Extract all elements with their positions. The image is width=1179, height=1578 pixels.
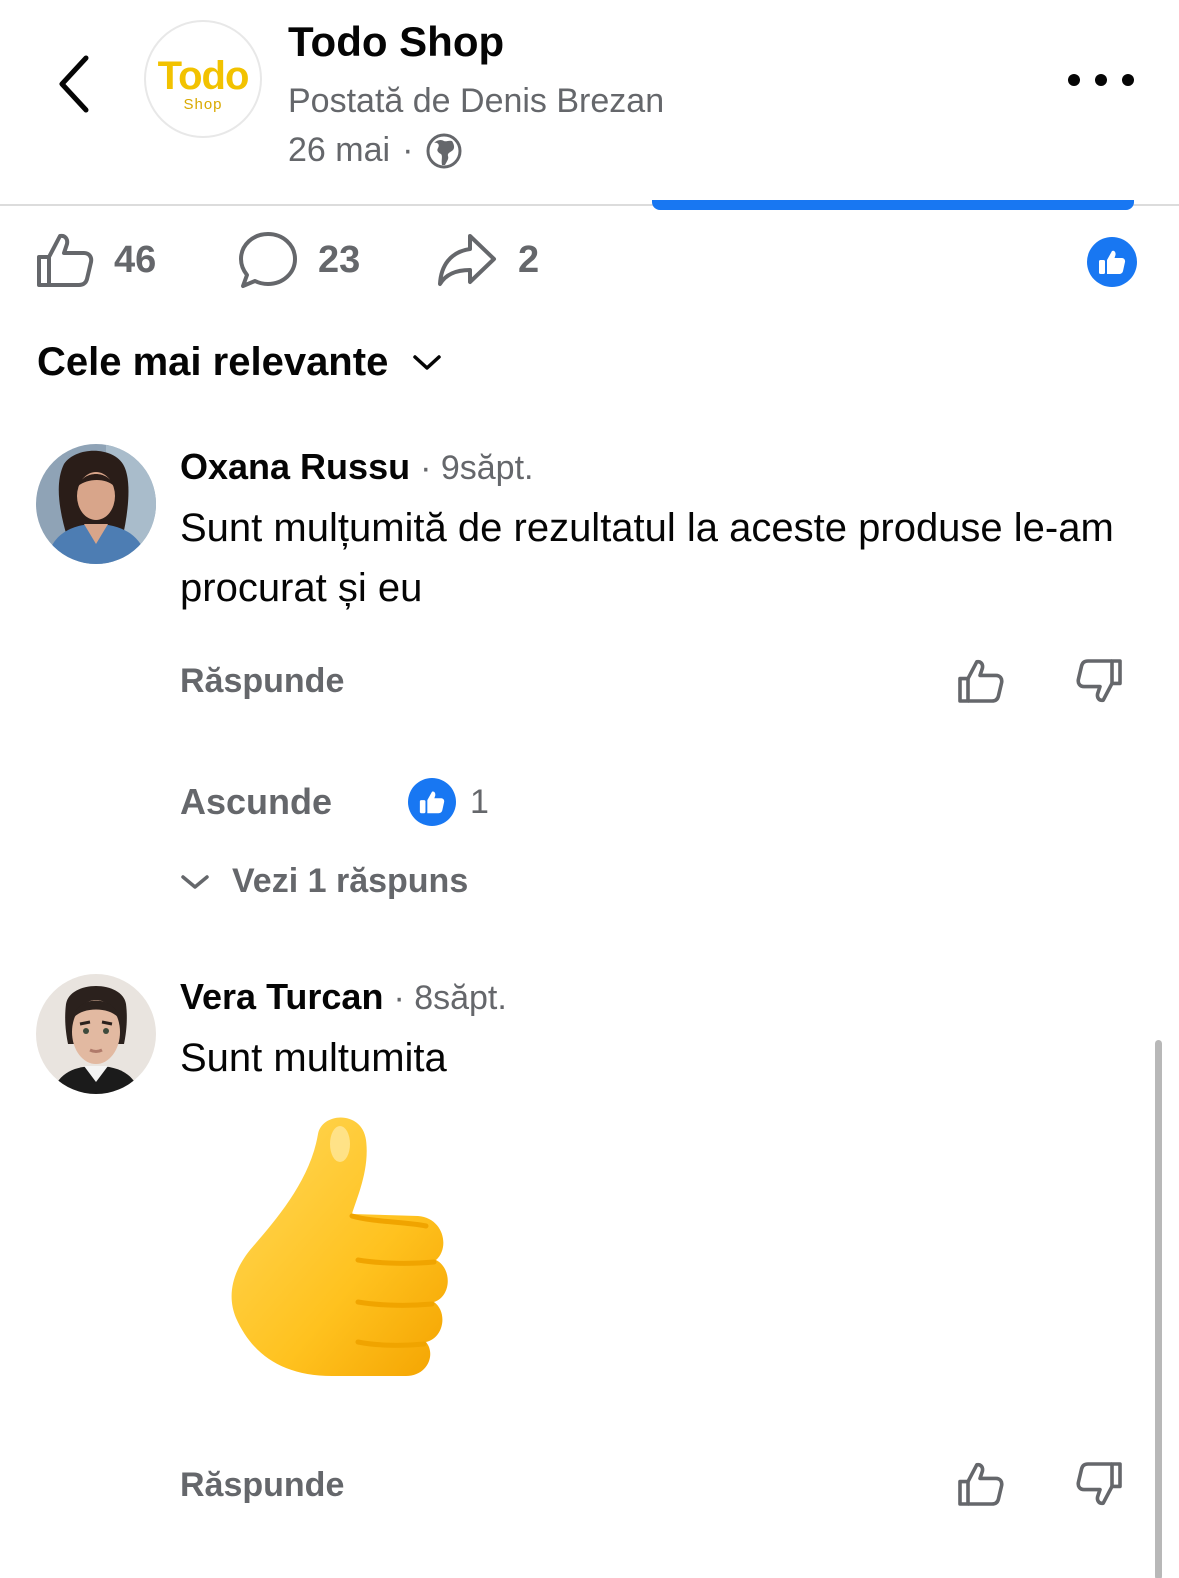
more-dot xyxy=(1095,74,1107,86)
upvote-button[interactable] xyxy=(950,1454,1010,1514)
posted-by: Postată de Denis Brezan xyxy=(288,82,665,120)
avatar-photo xyxy=(36,444,156,564)
chevron-down-icon xyxy=(413,354,442,370)
comment-bubble-icon xyxy=(239,232,297,288)
reply-button[interactable]: Răspunde xyxy=(180,1466,344,1505)
comment-author[interactable]: Vera Turcan xyxy=(180,976,383,1018)
like-reaction-icon[interactable] xyxy=(408,778,457,826)
like-reaction-badge[interactable] xyxy=(1087,237,1137,287)
comment-reaction-row: Ascunde 1 xyxy=(180,776,489,828)
back-button[interactable] xyxy=(44,44,104,124)
thumbs-down-icon xyxy=(1076,1462,1122,1506)
avatar-photo xyxy=(36,974,156,1094)
more-dot xyxy=(1122,74,1134,86)
post-header: Todo Shop Todo Shop Postată de Denis Bre… xyxy=(0,0,1179,206)
thumbs-down-icon xyxy=(1076,659,1122,703)
reply-button[interactable]: Răspunde xyxy=(180,662,344,701)
chevron-down-icon xyxy=(181,874,209,889)
logo-word: Todo xyxy=(157,54,250,98)
comment-time: · 8săpt. xyxy=(393,979,507,1017)
comment-time: · 9săpt. xyxy=(420,449,534,487)
upvote-button[interactable] xyxy=(950,651,1010,711)
reaction-count: 1 xyxy=(470,782,489,821)
thumbs-up-filled-icon xyxy=(419,791,445,814)
avatar[interactable] xyxy=(36,974,156,1094)
more-options-button[interactable] xyxy=(1068,62,1134,98)
like-count: 46 xyxy=(114,238,157,281)
scrollbar[interactable] xyxy=(1155,1040,1162,1578)
see-replies-button[interactable]: Vezi 1 răspuns xyxy=(180,862,468,901)
separator: · xyxy=(402,131,414,169)
comment-author[interactable]: Oxana Russu xyxy=(180,446,410,488)
comment-text: Sunt mulțumită de rezultatul la aceste p… xyxy=(180,506,1114,610)
thumbs-up-filled-icon xyxy=(1099,250,1126,274)
comment-text: Sunt multumita xyxy=(180,1036,447,1080)
comment-header: Oxana Russu · 9săpt. xyxy=(180,446,533,488)
see-replies-label: Vezi 1 răspuns xyxy=(232,862,469,900)
share-arrow-icon xyxy=(438,234,496,286)
page-title[interactable]: Todo Shop xyxy=(288,18,504,66)
avatar[interactable] xyxy=(36,444,156,564)
sort-label: Cele mai relevante xyxy=(37,340,389,384)
downvote-button[interactable] xyxy=(1070,1454,1130,1514)
post-date: 26 mai xyxy=(288,131,391,169)
thumbs-up-icon xyxy=(37,233,94,287)
share-stat-button[interactable]: 2 xyxy=(436,220,539,300)
logo-sub: Shop xyxy=(183,96,223,113)
chevron-left-icon xyxy=(59,55,89,113)
thumbs-up-icon xyxy=(958,1462,1004,1506)
thumbs-up-icon xyxy=(958,659,1004,703)
share-count: 2 xyxy=(518,238,540,281)
globe-icon xyxy=(426,133,462,168)
more-dot xyxy=(1068,74,1080,86)
comment-header: Vera Turcan · 8săpt. xyxy=(180,976,507,1018)
post-date-row: 26 mai · xyxy=(288,131,463,170)
downvote-button[interactable] xyxy=(1070,651,1130,711)
like-stat-button[interactable]: 46 xyxy=(34,220,156,300)
active-indicator xyxy=(652,200,1134,210)
thumbs-up-emoji xyxy=(231,1117,448,1376)
sort-dropdown[interactable]: Cele mai relevante xyxy=(37,340,442,385)
comment-stat-button[interactable]: 23 xyxy=(238,220,360,300)
comment-count: 23 xyxy=(318,238,361,281)
hide-button[interactable]: Ascunde xyxy=(180,781,332,823)
page-logo[interactable]: Todo Shop xyxy=(144,20,262,138)
post-stats: 46 23 2 xyxy=(0,220,1179,300)
